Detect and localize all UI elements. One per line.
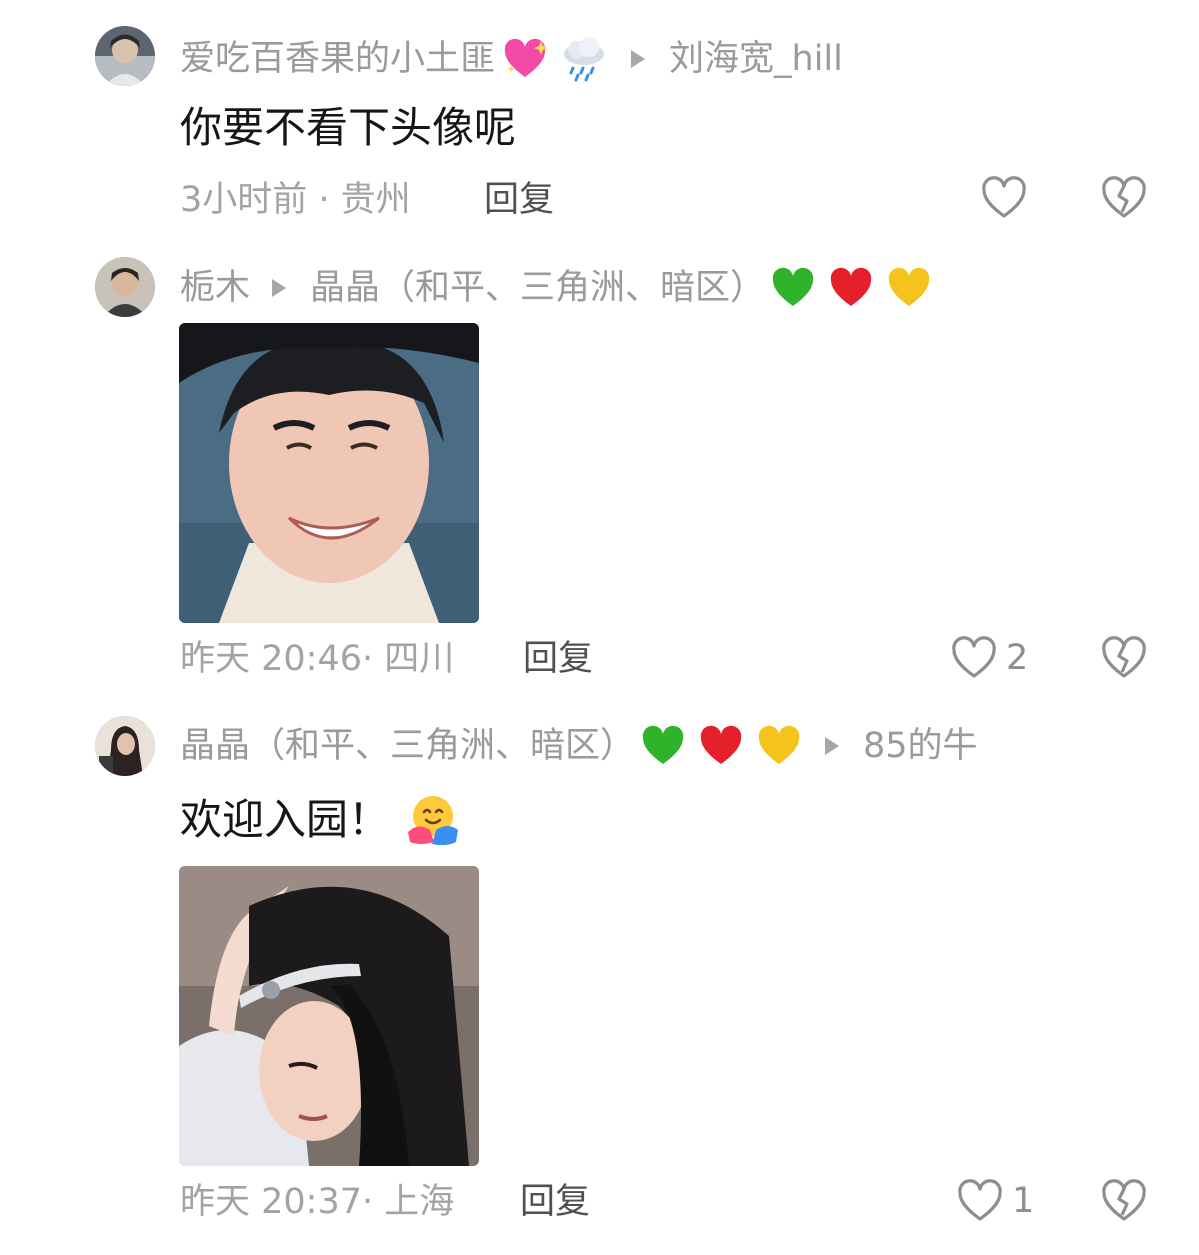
comment-image[interactable] — [179, 323, 479, 623]
comment-header: 晶晶（和平、三角洲、暗区） 85的牛 — [180, 724, 978, 768]
time-location: 昨天 20:37· 上海 — [180, 1182, 455, 1222]
like-button[interactable]: 1 — [956, 1179, 1034, 1223]
dislike-button[interactable] — [1100, 1179, 1148, 1227]
reply-arrow-icon — [631, 50, 646, 68]
time-location: 昨天 20:46· 四川 — [180, 639, 455, 679]
reply-button[interactable]: 回复 — [520, 1180, 590, 1224]
avatar[interactable] — [95, 716, 155, 776]
comment-header: 栀木 晶晶（和平、三角洲、暗区） — [180, 266, 933, 310]
reply-to-name[interactable]: 晶晶（和平、三角洲、暗区） — [310, 266, 765, 310]
red-heart-icon — [697, 724, 745, 768]
sparkling-heart-icon — [501, 37, 549, 81]
reply-button[interactable]: 回复 — [484, 178, 554, 222]
rain-cloud-icon — [559, 36, 609, 82]
broken-heart-icon — [1102, 1179, 1146, 1221]
author-name[interactable]: 爱吃百香果的小土匪 — [180, 37, 495, 81]
reply-arrow-icon — [272, 279, 287, 297]
broken-heart-icon — [1102, 176, 1146, 218]
comment-text: 欢迎入园！ — [180, 795, 391, 844]
heart-outline-icon — [958, 1179, 1002, 1221]
reply-to-name[interactable]: 85的牛 — [863, 724, 978, 768]
like-button[interactable] — [980, 176, 1036, 220]
comment-image[interactable] — [179, 866, 479, 1166]
avatar[interactable] — [95, 26, 155, 86]
comment-text: 你要不看下头像呢 — [180, 103, 517, 152]
like-count: 2 — [1006, 638, 1029, 678]
yellow-heart-icon — [885, 266, 933, 310]
heart-outline-icon — [952, 636, 996, 678]
dislike-button[interactable] — [1100, 176, 1148, 224]
heart-outline-icon — [982, 176, 1026, 218]
green-heart-icon — [769, 266, 817, 310]
hugging-face-icon — [404, 792, 462, 848]
comment-text-row: 欢迎入园！ — [180, 792, 462, 848]
avatar[interactable] — [95, 257, 155, 317]
red-heart-icon — [827, 266, 875, 310]
like-count: 1 — [1012, 1181, 1035, 1221]
green-heart-icon — [639, 724, 687, 768]
reply-arrow-icon — [825, 737, 840, 755]
like-button[interactable]: 2 — [950, 636, 1028, 680]
author-name[interactable]: 晶晶（和平、三角洲、暗区） — [180, 724, 635, 768]
time-location: 3小时前 · 贵州 — [180, 180, 411, 220]
broken-heart-icon — [1102, 636, 1146, 678]
reply-button[interactable]: 回复 — [523, 637, 593, 681]
author-name[interactable]: 栀木 — [180, 266, 250, 310]
comment-header: 爱吃百香果的小土匪 刘海宽_hill — [180, 36, 843, 82]
reply-to-name[interactable]: 刘海宽_hill — [669, 37, 843, 81]
yellow-heart-icon — [755, 724, 803, 768]
dislike-button[interactable] — [1100, 636, 1148, 684]
